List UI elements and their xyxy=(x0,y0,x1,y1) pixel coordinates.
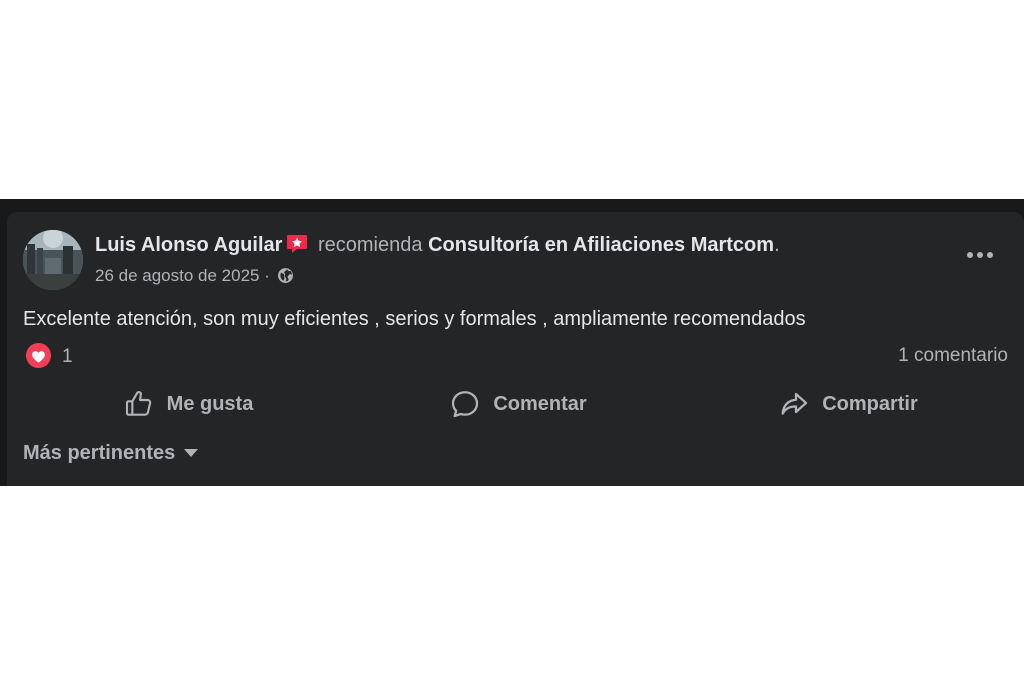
share-label: Compartir xyxy=(822,392,918,415)
author-name[interactable]: Luis Alonso Aguilar xyxy=(95,234,282,256)
post-date[interactable]: 26 de agosto de 2025 xyxy=(95,266,259,285)
caret-down-icon xyxy=(184,449,199,457)
page-suffix: . xyxy=(774,234,780,256)
post-header: Luis Alonso Aguilar recomienda Consultor… xyxy=(95,232,780,258)
thumbs-up-icon xyxy=(125,390,151,416)
post-body: Excelente atención, son muy eficientes ,… xyxy=(23,308,806,330)
avatar[interactable] xyxy=(23,230,83,290)
comment-bubble-icon xyxy=(452,391,479,418)
comment-label: Comentar xyxy=(493,392,587,415)
post-frame: Luis Alonso Aguilar recomienda Consultor… xyxy=(0,199,1024,486)
comment-button[interactable]: Comentar xyxy=(353,382,683,426)
more-dots-icon xyxy=(967,252,993,258)
comments-count-link[interactable]: 1 comentario xyxy=(898,342,1008,370)
recommended-page-link[interactable]: Consultoría en Afiliaciones Martcom xyxy=(428,234,774,256)
share-button[interactable]: Compartir xyxy=(683,382,1013,426)
reaction-summary[interactable]: 1 xyxy=(25,342,73,370)
recommend-badge-icon xyxy=(287,235,308,253)
post-meta: 26 de agosto de 2025 · xyxy=(95,264,294,288)
love-reaction-icon xyxy=(25,342,52,369)
like-button[interactable]: Me gusta xyxy=(23,382,353,426)
sort-label: Más pertinentes xyxy=(23,442,176,464)
globe-icon xyxy=(277,268,293,283)
reaction-count: 1 xyxy=(62,346,73,367)
post-action-bar: Me gusta Comentar Compartir xyxy=(23,382,1013,426)
meta-separator: · xyxy=(264,266,270,285)
recommend-verb: recomienda xyxy=(317,234,423,256)
share-arrow-icon xyxy=(781,392,808,415)
more-options-button[interactable] xyxy=(962,242,998,268)
post-card: Luis Alonso Aguilar recomienda Consultor… xyxy=(7,212,1024,486)
comment-sort-dropdown[interactable]: Más pertinentes xyxy=(23,440,199,466)
like-label: Me gusta xyxy=(166,392,254,415)
avatar-photo xyxy=(23,230,83,290)
